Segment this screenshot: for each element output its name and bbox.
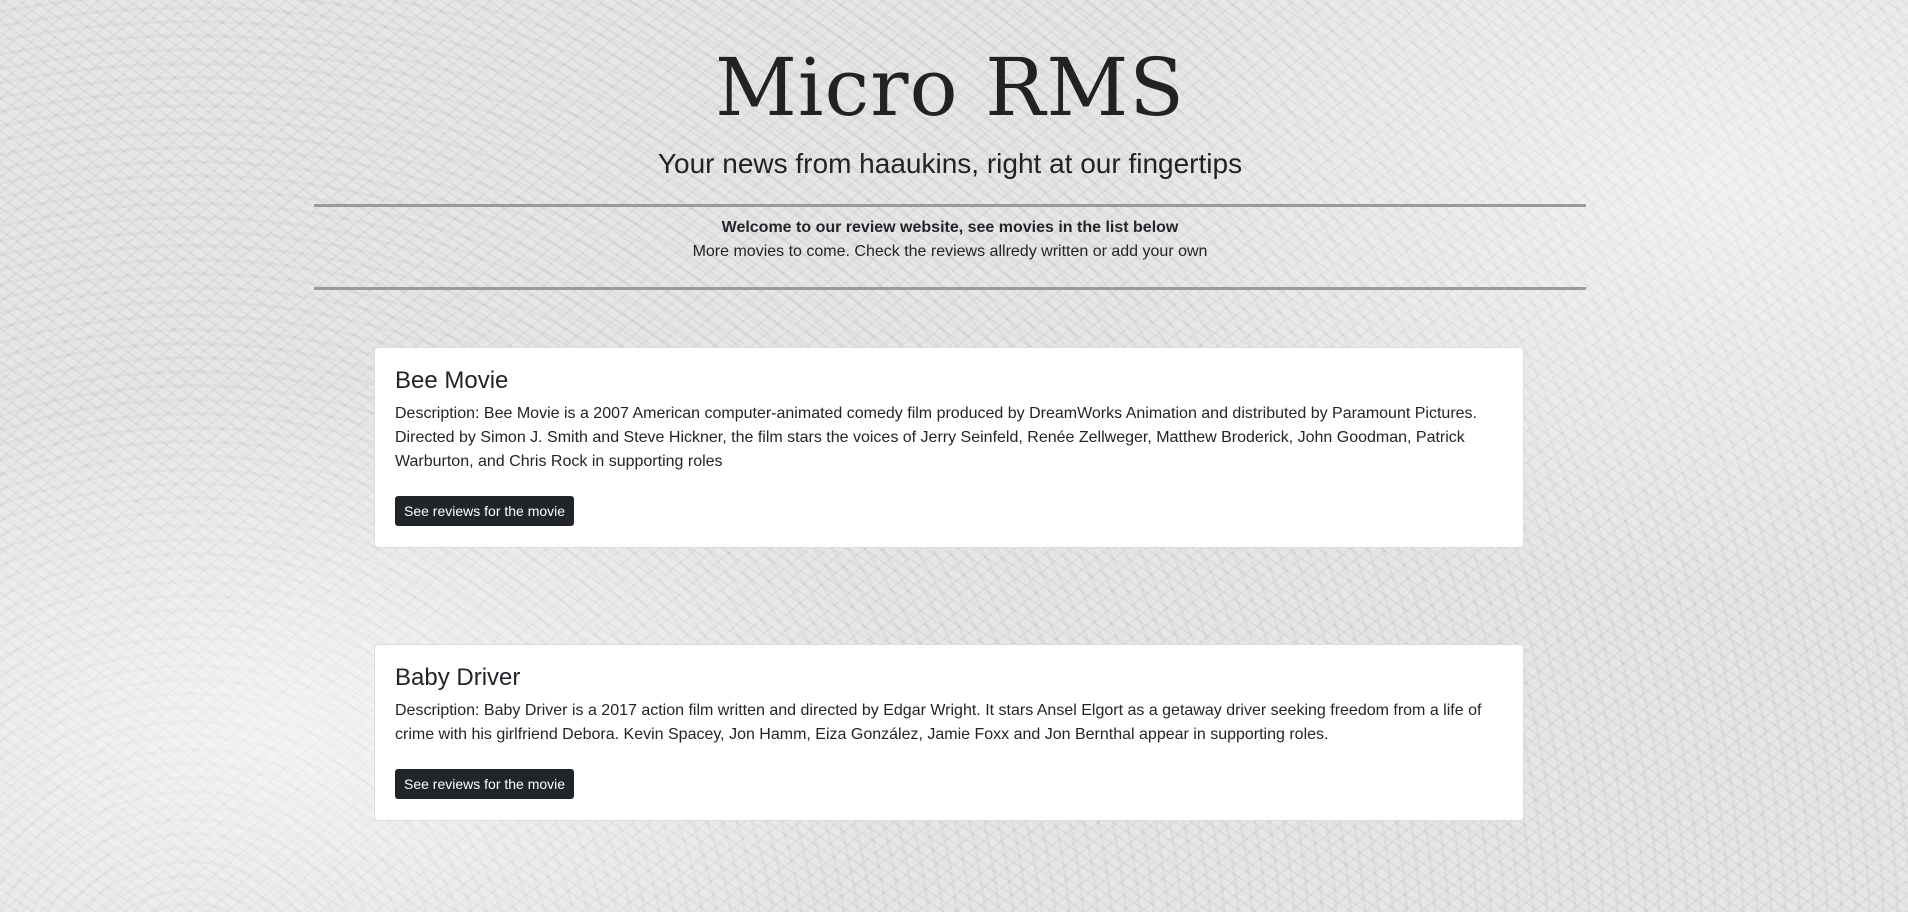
see-reviews-button[interactable]: See reviews for the movie — [395, 769, 575, 799]
see-reviews-button[interactable]: See reviews for the movie — [395, 496, 575, 526]
site-tagline: Your news from haaukins, right at our fi… — [657, 148, 1243, 179]
movie-title: Baby Driver — [395, 664, 521, 691]
movie-card: Bee Movie Description: Bee Movie is a 20… — [374, 347, 1524, 548]
movie-description: Description: Baby Driver is a 2017 actio… — [395, 702, 1482, 743]
welcome-message: Welcome to our review website, see movie… — [314, 216, 1586, 264]
movie-description: Description: Bee Movie is a 2007 America… — [395, 405, 1477, 470]
movie-title: Bee Movie — [395, 367, 509, 394]
top-divider — [314, 204, 1586, 207]
bottom-divider — [314, 287, 1586, 290]
welcome-subtext: More movies to come. Check the reviews a… — [692, 243, 1208, 260]
site-title: Micro RMS — [714, 41, 1186, 134]
welcome-headline: Welcome to our review website, see movie… — [721, 219, 1179, 236]
movie-card: Baby Driver Description: Baby Driver is … — [374, 644, 1524, 821]
